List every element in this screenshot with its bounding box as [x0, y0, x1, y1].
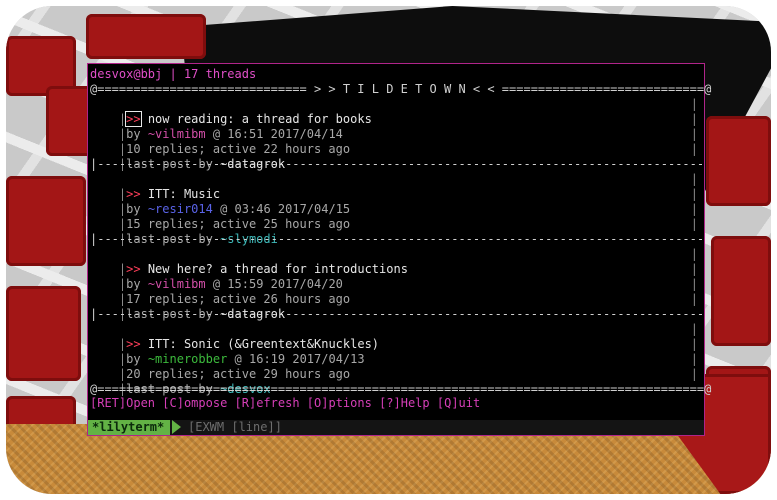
brick: [711, 236, 771, 346]
terminal-title: desvox@bbj | 17 threads: [90, 67, 257, 81]
border-pipe-right: |: [690, 277, 698, 291]
bottom-border: @=======================================…: [90, 382, 712, 396]
options-keybind[interactable]: [O]ptions: [307, 396, 372, 410]
border-pipe-right: |: [690, 187, 698, 201]
border-pipe-right: |: [690, 202, 698, 216]
help-keybind[interactable]: [?]Help: [379, 396, 430, 410]
border-pipe-right: |: [690, 127, 698, 141]
refresh-keybind[interactable]: [R]efresh: [235, 396, 300, 410]
border-pipe-right: |: [690, 352, 698, 366]
brick: [86, 14, 206, 59]
brick: [706, 116, 771, 206]
border-pipe-right: |: [690, 292, 698, 306]
border-pipe-right: |: [690, 97, 698, 111]
modeline: *lilyterm* [EXWM [line]]: [88, 420, 704, 435]
major-mode: [EXWM [line]]: [188, 420, 282, 434]
brick: [6, 176, 86, 266]
border-pipe-right: |: [690, 247, 698, 261]
terminal-window[interactable]: desvox@bbj | 17 threads @===============…: [87, 63, 711, 436]
thread-separator: |---------------------------------------…: [90, 232, 705, 246]
keybind-bar: [RET]Open [C]ompose [R]efresh [O]ptions …: [90, 396, 480, 411]
thread-separator: |---------------------------------------…: [90, 307, 705, 321]
thread-separator: |---------------------------------------…: [90, 157, 705, 171]
modeline-arrow-icon: [172, 420, 181, 434]
border-pipe-right: |: [690, 337, 698, 351]
border-pipe-right: |: [690, 142, 698, 156]
buffer-name[interactable]: *lilyterm*: [88, 420, 171, 435]
border-pipe-right: |: [690, 322, 698, 336]
brick: [6, 286, 81, 381]
border-pipe-right: |: [690, 172, 698, 186]
border-pipe-right: |: [690, 112, 698, 126]
border-pipe-right: |: [690, 262, 698, 276]
quit-keybind[interactable]: [Q]uit: [437, 396, 480, 410]
banner-border: @============================= > > T I L…: [90, 82, 712, 96]
border-pipe-right: |: [690, 367, 698, 381]
compose-keybind[interactable]: [C]ompose: [162, 396, 227, 410]
border-pipe-right: |: [690, 217, 698, 231]
open-keybind[interactable]: [RET]Open: [90, 396, 155, 410]
